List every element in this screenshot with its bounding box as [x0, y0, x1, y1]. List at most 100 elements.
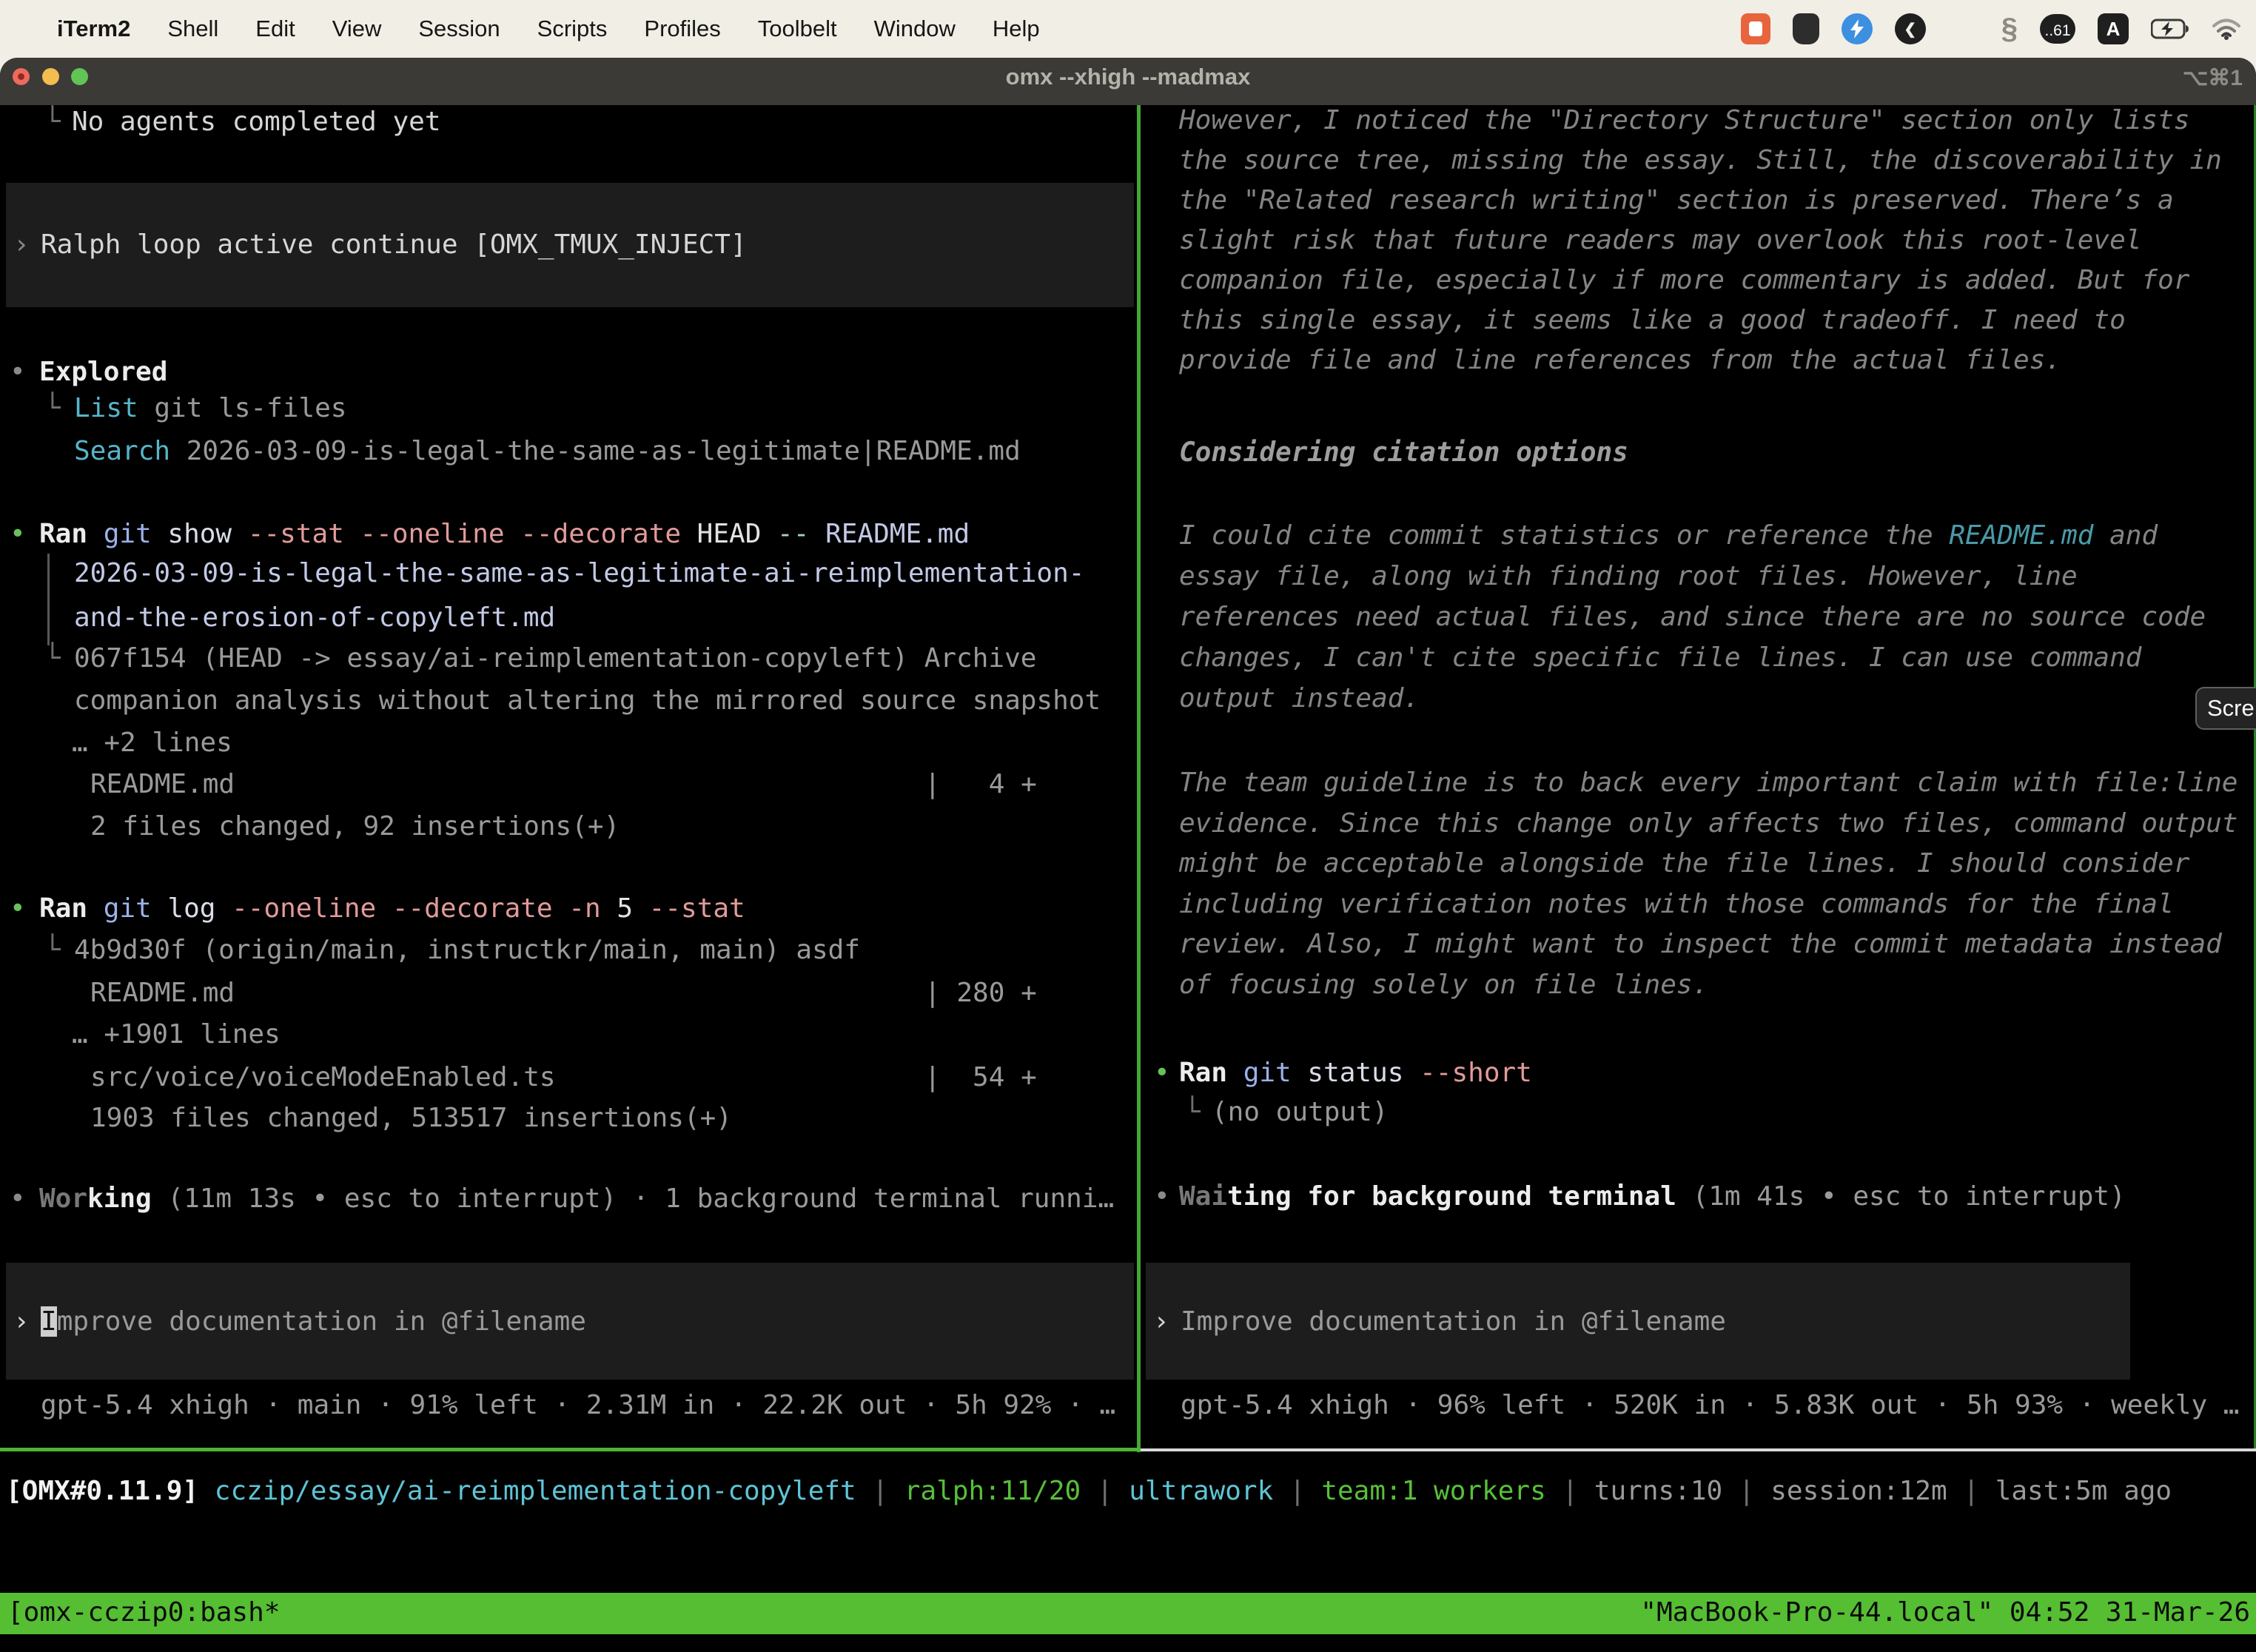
tmux-session-name[interactable]: [omx-cczip0:bash*	[7, 1597, 280, 1628]
squiggle-icon[interactable]: §	[2001, 13, 2018, 46]
cmd-flag: --stat	[232, 519, 344, 549]
wifi-icon[interactable]	[2212, 18, 2241, 40]
menu-item-iterm2[interactable]: iTerm2	[38, 16, 149, 42]
diffstat-summary: 2 files changed, 92 insertions(+)	[90, 810, 620, 844]
cmd-git: git	[87, 519, 152, 549]
screen-tooltip: Scre	[2195, 687, 2256, 730]
agents-status-line: No agents completed yet	[72, 105, 441, 139]
paragraph-text: and	[2093, 520, 2158, 551]
working-details: (11m 13s • esc to interrupt) · 1 backgro…	[152, 1183, 1114, 1214]
cmd-flag: --oneline	[215, 893, 376, 924]
battery-icon[interactable]	[2151, 19, 2189, 39]
tree-elbow: └	[44, 392, 61, 426]
verb-list: List	[74, 393, 138, 423]
reasoning-paragraph-line: references need actual files, and since …	[1179, 600, 2206, 634]
omx-ralph-counter: ralph:11/20	[904, 1476, 1081, 1506]
list-args: git ls-files	[138, 393, 347, 423]
omx-session-time: session:12m	[1770, 1476, 1947, 1506]
reasoning-paragraph-line: However, I noticed the "Directory Struct…	[1179, 104, 2189, 138]
search-args: 2026-03-09-is-legal-the-same-as-legitima…	[170, 436, 1021, 466]
no-output-line: (no output)	[1212, 1095, 1388, 1129]
menu-item-help[interactable]: Help	[974, 16, 1058, 42]
ran-label: Ran	[39, 519, 87, 549]
bolt-badge-icon[interactable]	[1842, 13, 1873, 44]
window-shortcut-badge: ⌥⌘1	[2183, 65, 2243, 91]
tree-branch-line	[47, 554, 50, 645]
text-cursor: I	[41, 1306, 57, 1337]
prompt-input[interactable]: Improve documentation in @filename	[1181, 1305, 1726, 1339]
explored-title: Explored	[39, 355, 167, 389]
ran-label: Ran	[1179, 1058, 1227, 1088]
reasoning-paragraph-line: changes, I can't cite specific file line…	[1179, 641, 2141, 675]
count-badge-icon[interactable]: ..61	[2040, 14, 2075, 44]
separator: |	[1081, 1476, 1129, 1506]
menu-item-profiles[interactable]: Profiles	[625, 16, 739, 42]
menu-item-window[interactable]: Window	[856, 16, 974, 42]
bullet-icon: •	[10, 892, 26, 926]
omx-branch: cczip/essay/ai-reimplementation-copyleft	[198, 1476, 856, 1506]
reasoning-paragraph-line: evidence. Since this change only affects…	[1179, 807, 2237, 841]
menu-item-session[interactable]: Session	[400, 16, 518, 42]
pane-divider[interactable]	[1137, 105, 1141, 1452]
prompt-chevron: ›	[1153, 1305, 1169, 1339]
prompt-input[interactable]: Improve documentation in @filename	[41, 1305, 586, 1339]
separator: |	[1273, 1476, 1321, 1506]
separator: |	[1947, 1476, 1995, 1506]
tree-elbow: └	[1184, 1095, 1201, 1129]
spinner-shimmer-bright: ting for background terminal	[1227, 1181, 1676, 1212]
model-status-line: gpt-5.4 xhigh · 96% left · 520K in · 5.8…	[1181, 1389, 2239, 1423]
ran-label: Ran	[39, 893, 87, 924]
tree-elbow: └	[44, 642, 61, 676]
menu-item-toolbelt[interactable]: Toolbelt	[739, 16, 856, 42]
commit-message-line: companion analysis without altering the …	[74, 684, 1101, 718]
shield-grid-icon[interactable]	[1793, 13, 1819, 44]
prompt-chevron: ›	[13, 1305, 30, 1339]
cmd-arg: 5	[601, 893, 633, 924]
essay-filename-line1: 2026-03-09-is-legal-the-same-as-legitima…	[74, 557, 1084, 591]
right-pane-bottom-border	[1141, 1448, 2256, 1451]
menu-bar: iTerm2 Shell Edit View Session Scripts P…	[0, 0, 2256, 58]
explored-search-line: Search 2026-03-09-is-legal-the-same-as-l…	[74, 434, 1021, 469]
diffstat-line: src/voice/voiceModeEnabled.ts | 54 +	[90, 1061, 1037, 1095]
keyboard-layout-icon[interactable]: A	[2098, 13, 2129, 44]
bullet-icon: •	[10, 355, 26, 389]
reasoning-paragraph-line: provide file and line references from th…	[1179, 343, 2061, 377]
omx-mode: ultrawork	[1129, 1476, 1273, 1506]
ran-git-show-command: Ran git show --stat --oneline --decorate…	[39, 517, 970, 551]
reasoning-paragraph-line: the source tree, missing the essay. Stil…	[1179, 144, 2222, 178]
menu-item-view[interactable]: View	[314, 16, 400, 42]
commit-line: 4b9d30f (origin/main, instructkr/main, m…	[74, 933, 860, 967]
separator: |	[856, 1476, 904, 1506]
spinner-shimmer-dim: Wor	[39, 1183, 87, 1214]
omx-team: team:1 workers	[1321, 1476, 1545, 1506]
separator: |	[1546, 1476, 1594, 1506]
dots-grid-icon[interactable]	[1948, 13, 1979, 44]
chevron-circle-icon[interactable]: ❮	[1895, 13, 1926, 44]
truncated-lines-note: … +1901 lines	[72, 1018, 281, 1052]
reasoning-paragraph-line: I could cite commit statistics or refere…	[1179, 519, 2158, 553]
cmd-git: git	[87, 893, 152, 924]
reasoning-paragraph-line: this single essay, it seems like a good …	[1179, 303, 2126, 338]
tmux-host-clock: "MacBook-Pro-44.local" 04:52 31-Mar-26	[1640, 1597, 2250, 1628]
omx-status-bar: [OMX#0.11.9] cczip/essay/ai-reimplementa…	[6, 1474, 2172, 1508]
reasoning-paragraph-line: including verification notes with those …	[1179, 887, 2174, 921]
ran-git-log-command: Ran git log --oneline --decorate -n 5 --…	[39, 892, 745, 926]
menu-item-edit[interactable]: Edit	[237, 16, 313, 42]
reasoning-paragraph-line: companion file, especially if more comme…	[1179, 263, 2189, 298]
tree-elbow: └	[44, 933, 61, 967]
commit-line: 067f154 (HEAD -> essay/ai-reimplementati…	[74, 642, 1036, 676]
menu-item-scripts[interactable]: Scripts	[519, 16, 626, 42]
spinner-shimmer-bright: king	[87, 1183, 152, 1214]
prompt-text: mprove documentation in @filename	[57, 1306, 586, 1337]
cmd-flag: --oneline	[344, 519, 505, 549]
working-status-line: Working (11m 13s • esc to interrupt) · 1…	[39, 1182, 1114, 1216]
menu-bar-status-icons: ❮ § ..61 A	[1741, 0, 2241, 58]
menu-item-shell[interactable]: Shell	[149, 16, 237, 42]
screen-recording-icon[interactable]	[1741, 13, 1770, 44]
bullet-icon: •	[10, 1182, 26, 1216]
tree-elbow: └	[44, 105, 61, 139]
reasoning-paragraph-line: output instead.	[1179, 682, 1420, 716]
spinner-shimmer-dim: Wai	[1179, 1181, 1227, 1212]
bullet-icon: •	[10, 517, 26, 551]
cmd-subcommand: status	[1292, 1058, 1404, 1088]
